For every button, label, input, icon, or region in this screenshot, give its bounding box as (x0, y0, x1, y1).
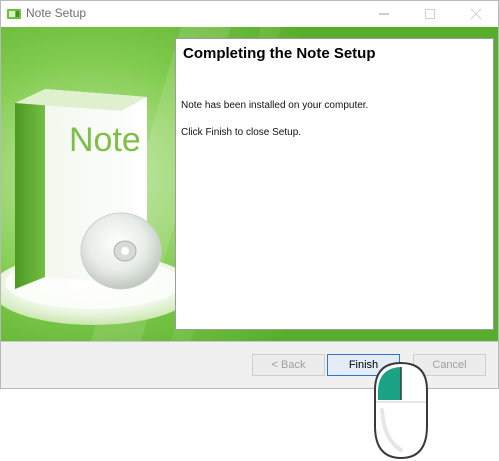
back-button[interactable]: < Back (252, 354, 325, 376)
maximize-button[interactable] (407, 1, 453, 27)
minimize-button[interactable] (361, 1, 407, 27)
window-title: Note Setup (26, 6, 87, 20)
setup-window: Note Setup Note Completing the Note Setu… (0, 0, 499, 389)
installed-message: Note has been installed on your computer… (181, 100, 369, 111)
app-icon (7, 9, 21, 19)
maximize-icon (425, 9, 435, 19)
page-title: Completing the Note Setup (183, 45, 376, 62)
box-brand-text: Note (69, 121, 141, 159)
close-icon (470, 8, 482, 20)
mouse-left-click-icon (374, 361, 428, 460)
minimize-icon (379, 13, 389, 15)
title-bar[interactable]: Note Setup (1, 1, 498, 27)
close-button[interactable] (453, 1, 499, 27)
content-panel: Completing the Note Setup Note has been … (175, 38, 494, 330)
button-divider (1, 341, 498, 342)
close-instruction: Click Finish to close Setup. (181, 127, 302, 138)
